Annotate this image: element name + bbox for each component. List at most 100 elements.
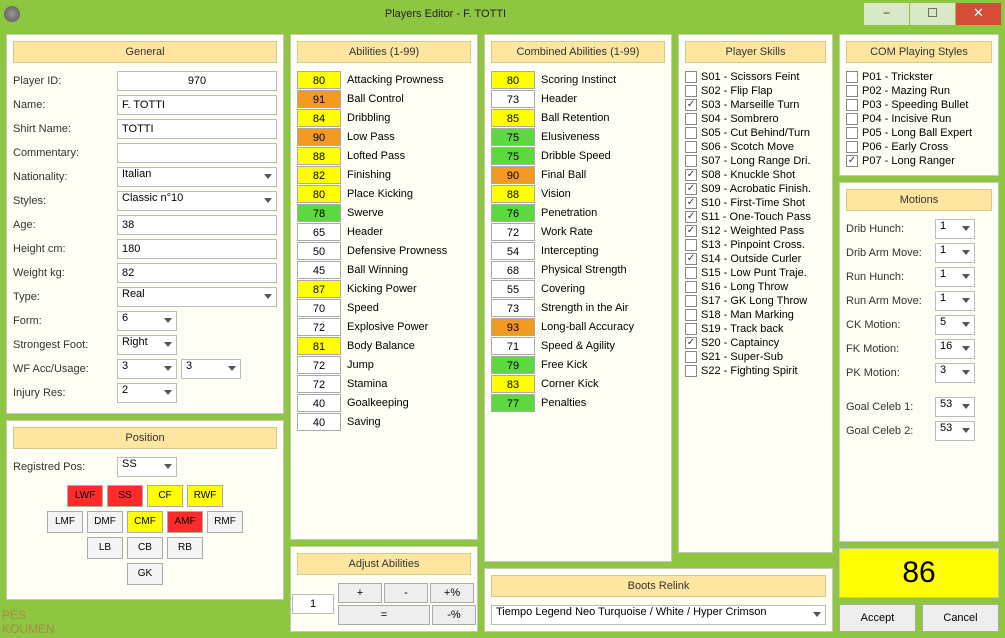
skill-item[interactable]: ✓S11 - One-Touch Pass — [685, 211, 826, 223]
shirt-input[interactable] — [117, 119, 277, 139]
skill-item[interactable]: P02 - Mazing Run — [846, 85, 992, 97]
weight-input[interactable] — [117, 263, 277, 283]
ability-value[interactable]: 80 — [297, 71, 341, 89]
wfacc-select[interactable]: 3 — [117, 359, 177, 379]
motion-select[interactable]: 16 — [935, 339, 975, 359]
skill-item[interactable]: S22 - Fighting Spirit — [685, 365, 826, 377]
position-cb[interactable]: CB — [127, 537, 163, 559]
ability-value[interactable]: 71 — [491, 337, 535, 355]
ability-value[interactable]: 85 — [491, 109, 535, 127]
position-cf[interactable]: CF — [147, 485, 183, 507]
ability-value[interactable]: 55 — [491, 280, 535, 298]
skill-item[interactable]: S01 - Scissors Feint — [685, 71, 826, 83]
skill-item[interactable]: S04 - Sombrero — [685, 113, 826, 125]
ability-value[interactable]: 72 — [491, 223, 535, 241]
type-select[interactable]: Real — [117, 287, 277, 307]
skill-item[interactable]: S19 - Track back — [685, 323, 826, 335]
motion-select[interactable]: 5 — [935, 315, 975, 335]
plus-pct-button[interactable]: +% — [430, 583, 474, 603]
adjust-value-input[interactable] — [292, 594, 334, 614]
skill-item[interactable]: S06 - Scotch Move — [685, 141, 826, 153]
ability-value[interactable]: 88 — [491, 185, 535, 203]
position-dmf[interactable]: DMF — [87, 511, 123, 533]
skill-item[interactable]: P04 - Incisive Run — [846, 113, 992, 125]
ability-value[interactable]: 75 — [491, 128, 535, 146]
ability-value[interactable]: 54 — [491, 242, 535, 260]
foot-select[interactable]: Right — [117, 335, 177, 355]
position-amf[interactable]: AMF — [167, 511, 203, 533]
ability-value[interactable]: 77 — [491, 394, 535, 412]
ability-value[interactable]: 72 — [297, 375, 341, 393]
skill-item[interactable]: S05 - Cut Behind/Turn — [685, 127, 826, 139]
skill-item[interactable]: ✓P07 - Long Ranger — [846, 155, 992, 167]
skill-item[interactable]: P01 - Trickster — [846, 71, 992, 83]
accept-button[interactable]: Accept — [839, 604, 916, 632]
nationality-select[interactable]: Italian — [117, 167, 277, 187]
skill-item[interactable]: P06 - Early Cross — [846, 141, 992, 153]
height-input[interactable] — [117, 239, 277, 259]
close-button[interactable]: ✕ — [956, 3, 1001, 25]
position-lmf[interactable]: LMF — [47, 511, 83, 533]
skill-item[interactable]: S18 - Man Marking — [685, 309, 826, 321]
skill-item[interactable]: S16 - Long Throw — [685, 281, 826, 293]
ability-value[interactable]: 75 — [491, 147, 535, 165]
ability-value[interactable]: 90 — [491, 166, 535, 184]
skill-item[interactable]: ✓S03 - Marseille Turn — [685, 99, 826, 111]
ability-value[interactable]: 88 — [297, 147, 341, 165]
skill-item[interactable]: S15 - Low Punt Traje. — [685, 267, 826, 279]
ability-value[interactable]: 40 — [297, 394, 341, 412]
skill-item[interactable]: S17 - GK Long Throw — [685, 295, 826, 307]
position-lwf[interactable]: LWF — [67, 485, 103, 507]
ability-value[interactable]: 80 — [297, 185, 341, 203]
celeb1-select[interactable]: 53 — [935, 397, 975, 417]
minus-pct-button[interactable]: -% — [432, 605, 476, 625]
age-input[interactable] — [117, 215, 277, 235]
plus-button[interactable]: + — [338, 583, 382, 603]
ability-value[interactable]: 81 — [297, 337, 341, 355]
ability-value[interactable]: 83 — [491, 375, 535, 393]
skill-item[interactable]: S13 - Pinpoint Cross. — [685, 239, 826, 251]
position-ss[interactable]: SS — [107, 485, 143, 507]
minimize-button[interactable]: − — [864, 3, 909, 25]
motion-select[interactable]: 1 — [935, 219, 975, 239]
skill-item[interactable]: S21 - Super-Sub — [685, 351, 826, 363]
ability-value[interactable]: 82 — [297, 166, 341, 184]
position-rwf[interactable]: RWF — [187, 485, 223, 507]
wfusage-select[interactable]: 3 — [181, 359, 241, 379]
ability-value[interactable]: 40 — [297, 413, 341, 431]
skill-item[interactable]: S02 - Flip Flap — [685, 85, 826, 97]
styles-select[interactable]: Classic n°10 — [117, 191, 277, 211]
position-rmf[interactable]: RMF — [207, 511, 243, 533]
commentary-input[interactable] — [117, 143, 277, 163]
motion-select[interactable]: 1 — [935, 291, 975, 311]
eq-button[interactable]: = — [338, 605, 430, 625]
ability-value[interactable]: 72 — [297, 356, 341, 374]
position-cmf[interactable]: CMF — [127, 511, 163, 533]
maximize-button[interactable]: ☐ — [910, 3, 955, 25]
skill-item[interactable]: ✓S10 - First-Time Shot — [685, 197, 826, 209]
skill-item[interactable]: ✓S09 - Acrobatic Finish. — [685, 183, 826, 195]
player-id-input[interactable] — [117, 71, 277, 91]
ability-value[interactable]: 90 — [297, 128, 341, 146]
motion-select[interactable]: 3 — [935, 363, 975, 383]
celeb2-select[interactable]: 53 — [935, 421, 975, 441]
position-lb[interactable]: LB — [87, 537, 123, 559]
injury-select[interactable]: 2 — [117, 383, 177, 403]
ability-value[interactable]: 50 — [297, 242, 341, 260]
ability-value[interactable]: 87 — [297, 280, 341, 298]
skill-item[interactable]: P03 - Speeding Bullet — [846, 99, 992, 111]
ability-value[interactable]: 70 — [297, 299, 341, 317]
ability-value[interactable]: 93 — [491, 318, 535, 336]
motion-select[interactable]: 1 — [935, 267, 975, 287]
ability-value[interactable]: 80 — [491, 71, 535, 89]
ability-value[interactable]: 91 — [297, 90, 341, 108]
skill-item[interactable]: S07 - Long Range Dri. — [685, 155, 826, 167]
position-rb[interactable]: RB — [167, 537, 203, 559]
position-select[interactable]: SS — [117, 457, 177, 477]
minus-button[interactable]: - — [384, 583, 428, 603]
skill-item[interactable]: ✓S12 - Weighted Pass — [685, 225, 826, 237]
form-select[interactable]: 6 — [117, 311, 177, 331]
motion-select[interactable]: 1 — [935, 243, 975, 263]
ability-value[interactable]: 73 — [491, 90, 535, 108]
ability-value[interactable]: 73 — [491, 299, 535, 317]
